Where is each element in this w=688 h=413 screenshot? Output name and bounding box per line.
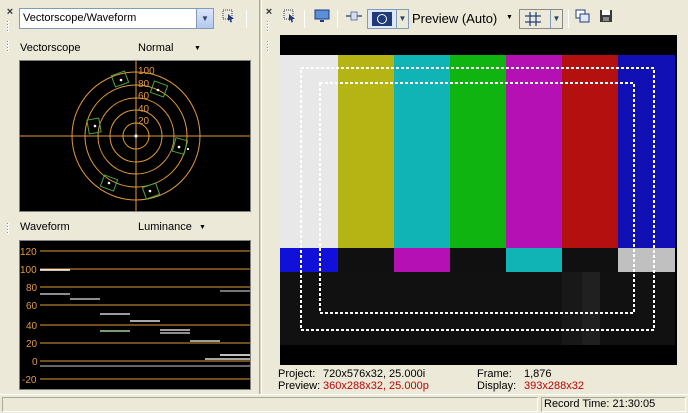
ring-label-40: 40 xyxy=(138,104,150,115)
display-label: Display: xyxy=(477,380,517,392)
chevron-down-icon[interactable]: ▼ xyxy=(550,10,562,28)
panel-splitter[interactable] xyxy=(259,0,262,394)
close-preview-panel-icon[interactable]: × xyxy=(264,7,274,18)
left-panel-grip[interactable] xyxy=(6,20,10,33)
overlays-dropdown[interactable]: ▼ xyxy=(519,9,563,29)
preview-mode-dropdown[interactable]: ▼ xyxy=(367,9,409,29)
display-value: 393x288x32 xyxy=(524,380,584,392)
waveform-graph: 120 100 80 60 40 20 0 -20 xyxy=(20,247,250,386)
close-left-panel-icon[interactable]: × xyxy=(5,7,15,18)
record-time-pane: Record Time: 21:30:05 xyxy=(541,397,686,412)
status-bar-empty-pane xyxy=(2,397,538,412)
project-value: 720x576x32, 25.000i xyxy=(323,368,426,380)
preview-panel-grip[interactable] xyxy=(266,20,270,33)
grid-icon xyxy=(525,12,541,26)
vectorscope-display: 100 80 60 40 20 xyxy=(19,60,251,212)
ring-label-80: 80 xyxy=(138,79,150,90)
frame-label: Frame: xyxy=(477,368,512,380)
frame-value: 1,876 xyxy=(524,368,552,380)
left-scope-grip[interactable] xyxy=(6,40,10,53)
preview-quality-chevron-icon[interactable]: ▼ xyxy=(506,14,513,21)
scale-label-120: 120 xyxy=(20,247,37,258)
vectorscope-label: Vectorscope xyxy=(20,42,81,54)
channel-circle-icon xyxy=(372,12,392,26)
scope-selector-value: Vectorscope/Waveform xyxy=(23,12,137,24)
chevron-down-icon[interactable]: ▼ xyxy=(396,10,408,28)
ring-label-60: 60 xyxy=(138,91,150,102)
scale-label-100: 100 xyxy=(20,265,37,276)
toolbar-separator xyxy=(304,10,305,28)
preview-label: Preview: xyxy=(278,380,321,392)
preview-select-tool-icon[interactable] xyxy=(280,9,300,29)
chevron-down-icon[interactable]: ▼ xyxy=(196,9,213,28)
waveform-mode-dropdown[interactable]: Luminance xyxy=(138,221,192,233)
scale-label-0: 0 xyxy=(32,357,38,368)
scale-label-minus20: -20 xyxy=(22,375,37,386)
left-waveform-grip[interactable] xyxy=(6,222,10,235)
record-time: Record Time: 21:30:05 xyxy=(544,398,656,410)
scale-label-60: 60 xyxy=(26,301,38,312)
ring-label-100: 100 xyxy=(138,66,155,77)
status-bar: Record Time: 21:30:05 xyxy=(0,394,688,413)
waveform-mode-chevron-icon[interactable]: ▼ xyxy=(199,224,206,231)
toolbar-separator xyxy=(337,10,338,28)
scale-label-20: 20 xyxy=(26,339,38,350)
split-screen-icon[interactable] xyxy=(344,9,364,29)
external-monitor-icon[interactable] xyxy=(312,9,332,29)
waveform-label: Waveform xyxy=(20,221,70,233)
preview-value: 360x288x32, 25.000p xyxy=(323,380,429,392)
scale-label-40: 40 xyxy=(26,321,38,332)
select-tool-icon[interactable] xyxy=(219,9,239,29)
color-bars-frame xyxy=(280,55,675,345)
scope-selector-dropdown[interactable]: Vectorscope/Waveform ▼ xyxy=(19,8,214,29)
toolbar-separator xyxy=(246,10,247,28)
vectorscope-mode-dropdown[interactable]: Normal xyxy=(138,42,173,54)
project-label: Project: xyxy=(278,368,316,380)
copy-snapshot-icon[interactable] xyxy=(573,9,593,29)
toolbar-separator xyxy=(568,10,569,28)
save-snapshot-icon[interactable] xyxy=(596,9,616,29)
vectorscope-graph: 100 80 60 40 20 xyxy=(20,61,250,211)
preview-quality-dropdown[interactable]: Preview (Auto) xyxy=(412,11,497,26)
waveform-display: 120 100 80 60 40 20 0 -20 xyxy=(19,240,251,390)
vectorscope-mode-chevron-icon[interactable]: ▼ xyxy=(194,45,201,52)
preview-panel-grip-2[interactable] xyxy=(266,40,270,53)
video-preview xyxy=(280,35,677,365)
scale-label-80: 80 xyxy=(26,283,38,294)
ring-label-20: 20 xyxy=(138,116,150,127)
